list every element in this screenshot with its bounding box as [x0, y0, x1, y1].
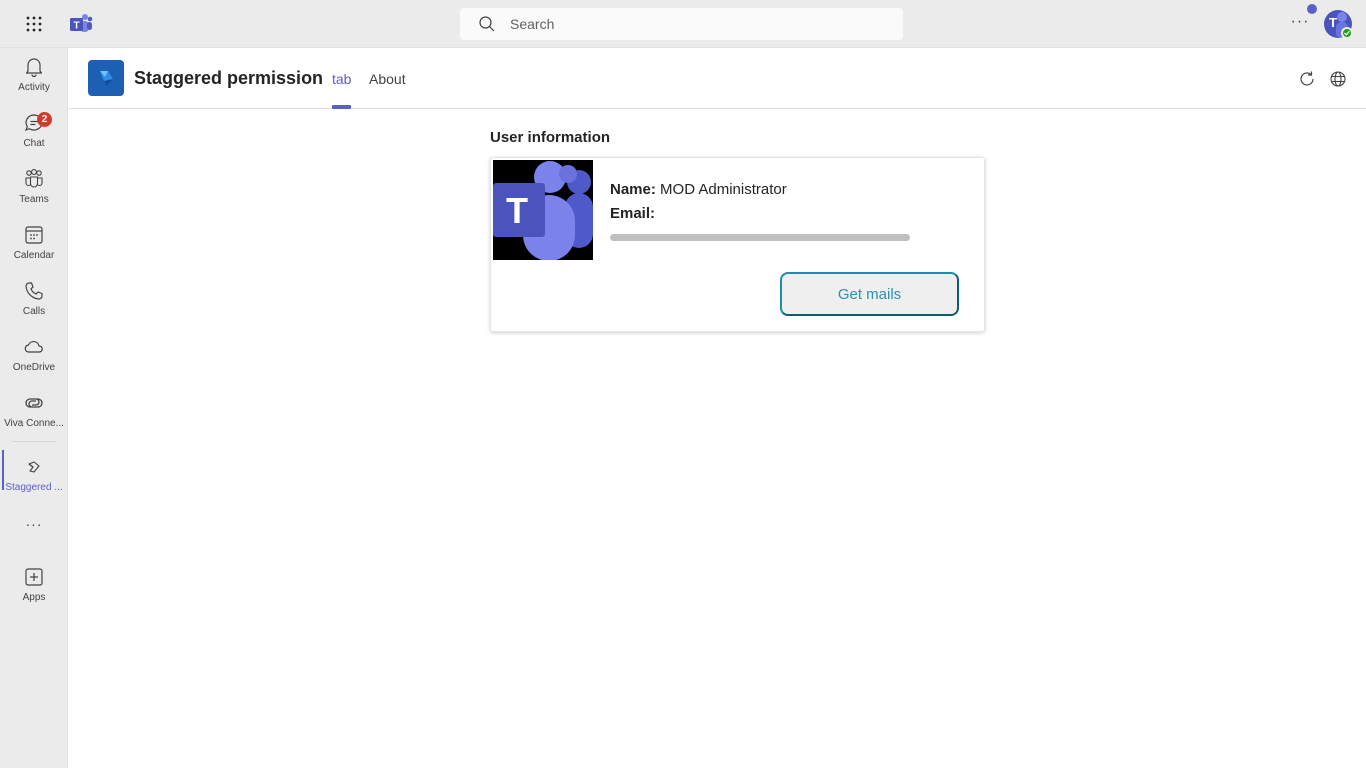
add-app-icon: [25, 568, 43, 586]
get-mails-button[interactable]: Get mails: [780, 272, 959, 316]
rail-item-apps[interactable]: Apps: [0, 558, 68, 610]
user-photo: T: [493, 160, 593, 260]
rail-label: Teams: [19, 194, 49, 205]
notification-dot: [1307, 4, 1317, 14]
rail-label: Apps: [22, 592, 46, 603]
phone-icon: [25, 282, 43, 300]
rail-label: Chat: [23, 138, 45, 149]
user-details: Name: MOD Administrator Email:: [610, 180, 910, 241]
avatar-initial: T: [1329, 15, 1337, 30]
rail-item-activity[interactable]: Activity: [0, 48, 68, 100]
top-bar: T ··· T: [0, 0, 1366, 48]
email-row: Email:: [610, 204, 787, 228]
teams-icon: [25, 169, 43, 188]
section-title: User information: [490, 129, 611, 146]
name-row: Name: MOD Administrator: [610, 180, 787, 204]
rail-label: Staggered ...: [5, 482, 63, 493]
refresh-icon[interactable]: [1297, 69, 1317, 89]
rail-item-teams[interactable]: Teams: [0, 160, 68, 212]
rail-label: Calendar: [13, 250, 55, 261]
search-input[interactable]: [510, 8, 890, 40]
rail-item-viva-connections[interactable]: Viva Conne...: [0, 384, 68, 436]
user-info-card: T Name: MOD Administrator Email: Get mai…: [490, 157, 985, 332]
app-header: Staggered permission tab About: [68, 48, 1366, 109]
globe-icon[interactable]: [1328, 69, 1348, 89]
name-value: MOD Administrator: [660, 181, 787, 198]
rail-label: Activity: [18, 82, 50, 93]
app-launcher-icon[interactable]: [20, 12, 48, 36]
cloud-icon: [24, 340, 43, 353]
tab-about[interactable]: About: [369, 71, 406, 87]
rail-item-onedrive[interactable]: OneDrive: [0, 328, 68, 380]
more-apps-button[interactable]: ···: [18, 516, 50, 536]
main-content: Staggered permission tab About User info…: [68, 48, 1366, 768]
rail-label: Viva Conne...: [4, 418, 64, 429]
teams-logo-icon: T: [68, 12, 94, 36]
presence-available-icon: [1341, 27, 1353, 39]
viva-connections-icon: [25, 398, 43, 408]
more-options-button[interactable]: ···: [1288, 14, 1312, 34]
tab-tab[interactable]: tab: [332, 71, 352, 109]
app-logo-icon: [88, 60, 124, 96]
rail-label: OneDrive: [12, 362, 56, 373]
bell-icon: [25, 58, 43, 78]
calendar-icon: [25, 226, 43, 244]
svg-text:T: T: [506, 190, 528, 231]
rail-divider: [12, 441, 56, 442]
rail-item-calendar[interactable]: Calendar: [0, 216, 68, 268]
search-icon: [479, 16, 495, 32]
rail-label: Calls: [22, 306, 46, 317]
email-label: Email:: [610, 205, 656, 222]
name-label: Name:: [610, 181, 656, 198]
rail-item-staggered-permission[interactable]: Staggered ...: [0, 448, 68, 500]
app-title: Staggered permission: [134, 68, 324, 88]
rail-item-chat[interactable]: 2 Chat: [0, 104, 68, 156]
svg-text:T: T: [73, 21, 79, 32]
rail-item-calls[interactable]: Calls: [0, 272, 68, 324]
email-value-redacted: [610, 234, 910, 241]
search-box[interactable]: [460, 8, 903, 40]
app-bar: Activity 2 Chat Teams Calendar Calls One…: [0, 48, 68, 768]
unread-badge: 2: [37, 112, 52, 127]
staggered-app-icon: [28, 461, 40, 473]
